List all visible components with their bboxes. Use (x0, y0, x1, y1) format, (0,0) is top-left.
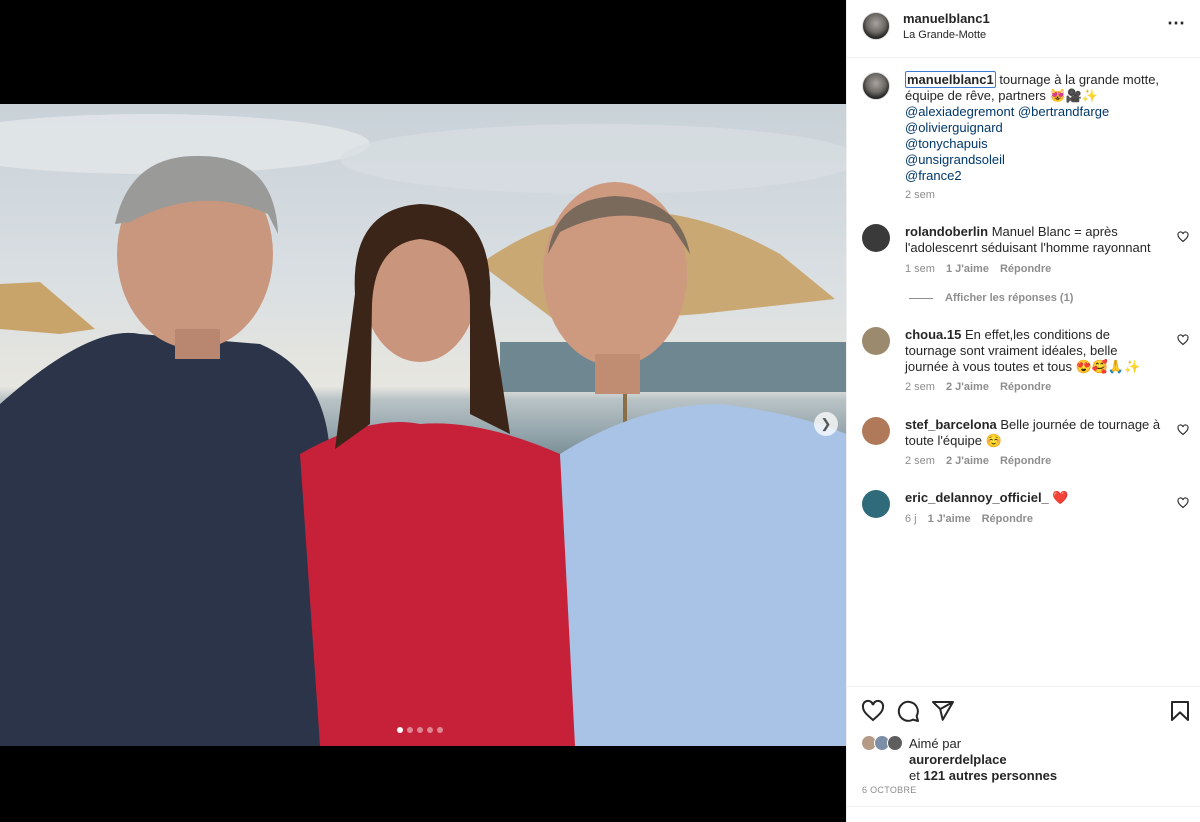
bookmark-icon[interactable] (1168, 699, 1192, 723)
comment-reply-button[interactable]: Répondre (982, 513, 1033, 525)
comment-reply-button[interactable]: Répondre (1000, 455, 1051, 467)
post-photo[interactable] (0, 104, 846, 746)
comment-like-heart-icon[interactable] (1177, 334, 1189, 346)
carousel-dots (397, 727, 443, 733)
carousel-dot[interactable] (437, 727, 443, 733)
comment-likes[interactable]: 2 J'aime (946, 455, 989, 467)
comment-time[interactable]: 2 sem (905, 455, 935, 467)
comment-body: stef_barcelona Belle journée de tournage… (905, 417, 1163, 449)
comment-body: eric_delannoy_officiel_ ❤️ (905, 490, 1163, 506)
comment-username[interactable]: stef_barcelona (905, 417, 997, 432)
comment-username[interactable]: choua.15 (905, 327, 961, 342)
comment-meta: 2 sem 2 J'aime Répondre (905, 381, 1051, 393)
comment-username[interactable]: eric_delannoy_officiel_ (905, 490, 1049, 505)
post-side-panel: manuelblanc1 La Grande-Motte ⋯ manuelbla… (846, 0, 1200, 822)
comment-meta: 6 j 1 J'aime Répondre (905, 513, 1033, 525)
comment-likes[interactable]: 2 J'aime (946, 381, 989, 393)
send-icon[interactable] (931, 699, 955, 723)
caption-mention[interactable]: @tonychapuis (905, 136, 1175, 152)
comment-text: ❤️ (1052, 490, 1069, 505)
post-caption: manuelblanc1 tournage à la grande motte,… (905, 71, 1175, 184)
caption-mention[interactable]: @unsigrandsoleil (905, 152, 1175, 168)
likers-avatars[interactable] (861, 735, 907, 753)
post-location[interactable]: La Grande-Motte (903, 29, 986, 41)
comment-meta: 1 sem 1 J'aime Répondre (905, 263, 1051, 275)
chevron-right-icon: ❯ (820, 416, 832, 431)
commenter-avatar[interactable] (862, 417, 890, 445)
likes-rest-prefix: et (909, 768, 920, 783)
carousel-dot[interactable] (427, 727, 433, 733)
comment-body: rolandoberlin Manuel Blanc = après l'ado… (905, 224, 1163, 256)
caption-mention[interactable]: @olivierguignard (905, 120, 1175, 136)
comment-likes[interactable]: 1 J'aime (928, 513, 971, 525)
instagram-post: ❯ manuelblanc1 La Grande-Motte ⋯ manuelb… (0, 0, 1200, 822)
carousel-dot[interactable] (417, 727, 423, 733)
carousel-dot[interactable] (397, 727, 403, 733)
caption-author-avatar[interactable] (862, 72, 890, 100)
author-username[interactable]: manuelblanc1 (903, 11, 990, 26)
caption-mention[interactable]: @france2 (905, 168, 1175, 184)
heart-icon[interactable] (861, 699, 885, 723)
commenter-avatar[interactable] (862, 327, 890, 355)
post-actions-bar (847, 686, 1200, 736)
view-replies-label[interactable]: Afficher les réponses (1) (945, 292, 1073, 304)
carousel-dot[interactable] (407, 727, 413, 733)
photo-illustration (0, 114, 846, 746)
comment-icon[interactable] (896, 699, 920, 723)
post-header: manuelblanc1 La Grande-Motte ⋯ (847, 0, 1200, 58)
comment-body: choua.15 En effet,les conditions de tour… (905, 327, 1163, 375)
post-date[interactable]: 6 OCTOBRE (862, 785, 917, 795)
caption-username[interactable]: manuelblanc1 (905, 71, 996, 88)
likes-count[interactable]: 121 autres personnes (923, 768, 1057, 783)
comment-time[interactable]: 2 sem (905, 381, 935, 393)
divider (847, 806, 1200, 807)
liker-avatar (887, 735, 903, 751)
caption-mention[interactable]: @alexiadegremont @bertrandfarge (905, 104, 1175, 120)
comment-likes[interactable]: 1 J'aime (946, 263, 989, 275)
author-avatar[interactable] (862, 12, 890, 40)
more-horizontal-icon: ⋯ (1167, 13, 1186, 33)
post-media: ❯ (0, 0, 846, 822)
commenter-avatar[interactable] (862, 490, 890, 518)
comment-reply-button[interactable]: Répondre (1000, 381, 1051, 393)
view-replies-button[interactable]: Afficher les réponses (1) (909, 292, 1073, 304)
liker-username[interactable]: aurorerdelplace (909, 752, 1007, 767)
caption-timestamp[interactable]: 2 sem (905, 189, 935, 201)
likes-text: Aimé par aurorerdelplace et 121 autres p… (909, 736, 1169, 784)
comment-time[interactable]: 1 sem (905, 263, 935, 275)
comment-meta: 2 sem 2 J'aime Répondre (905, 455, 1051, 467)
comment-reply-button[interactable]: Répondre (1000, 263, 1051, 275)
comment-like-heart-icon[interactable] (1177, 231, 1189, 243)
comment-like-heart-icon[interactable] (1177, 497, 1189, 509)
comment-username[interactable]: rolandoberlin (905, 224, 988, 239)
likes-prefix: Aimé par (909, 736, 962, 751)
commenter-avatar[interactable] (862, 224, 890, 252)
more-options-button[interactable]: ⋯ (1167, 13, 1186, 34)
comment-time[interactable]: 6 j (905, 513, 917, 525)
comment-like-heart-icon[interactable] (1177, 424, 1189, 436)
replies-divider (909, 297, 933, 299)
carousel-next-button[interactable]: ❯ (814, 412, 838, 436)
